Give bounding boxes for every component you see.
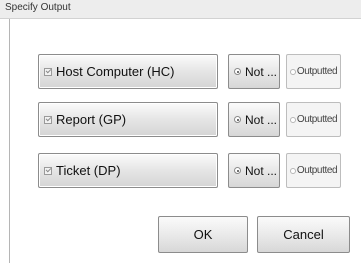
ticket-not-output-button[interactable]: Not ... [228,153,280,188]
checkbox-icon [44,166,52,175]
title-bar: Specify Output [0,0,361,19]
outputted-label: Outputted [296,66,338,77]
not-output-label: Not ... [245,163,278,178]
radio-selected-icon [234,167,241,174]
report-outputted-button[interactable]: Outputted [286,102,341,137]
outputted-label: Outputted [296,165,338,176]
host-computer-not-output-button[interactable]: Not ... [228,54,280,89]
checkbox-icon [44,67,52,76]
ticket-outputted-button[interactable]: Outputted [286,153,341,188]
ticket-label: Ticket (DP) [56,163,121,178]
ok-button[interactable]: OK [158,216,248,253]
outputted-label: Outputted [296,114,338,125]
ticket-button[interactable]: Ticket (DP) [38,153,218,188]
not-output-label: Not ... [245,112,278,127]
not-output-label: Not ... [245,64,278,79]
radio-selected-icon [234,68,241,75]
checkbox-icon [44,115,52,124]
specify-output-dialog: Specify Output Host Computer (HC) Not ..… [0,0,361,263]
host-computer-outputted-button[interactable]: Outputted [286,54,341,89]
radio-unselected-icon [289,116,296,123]
radio-selected-icon [234,116,241,123]
report-button[interactable]: Report (GP) [38,102,218,137]
radio-unselected-icon [289,68,296,75]
cancel-button[interactable]: Cancel [257,216,350,253]
report-label: Report (GP) [56,112,127,127]
dialog-title: Specify Output [5,2,71,13]
report-not-output-button[interactable]: Not ... [228,102,280,137]
radio-unselected-icon [289,167,296,174]
host-computer-label: Host Computer (HC) [56,64,175,79]
host-computer-button[interactable]: Host Computer (HC) [38,54,218,89]
